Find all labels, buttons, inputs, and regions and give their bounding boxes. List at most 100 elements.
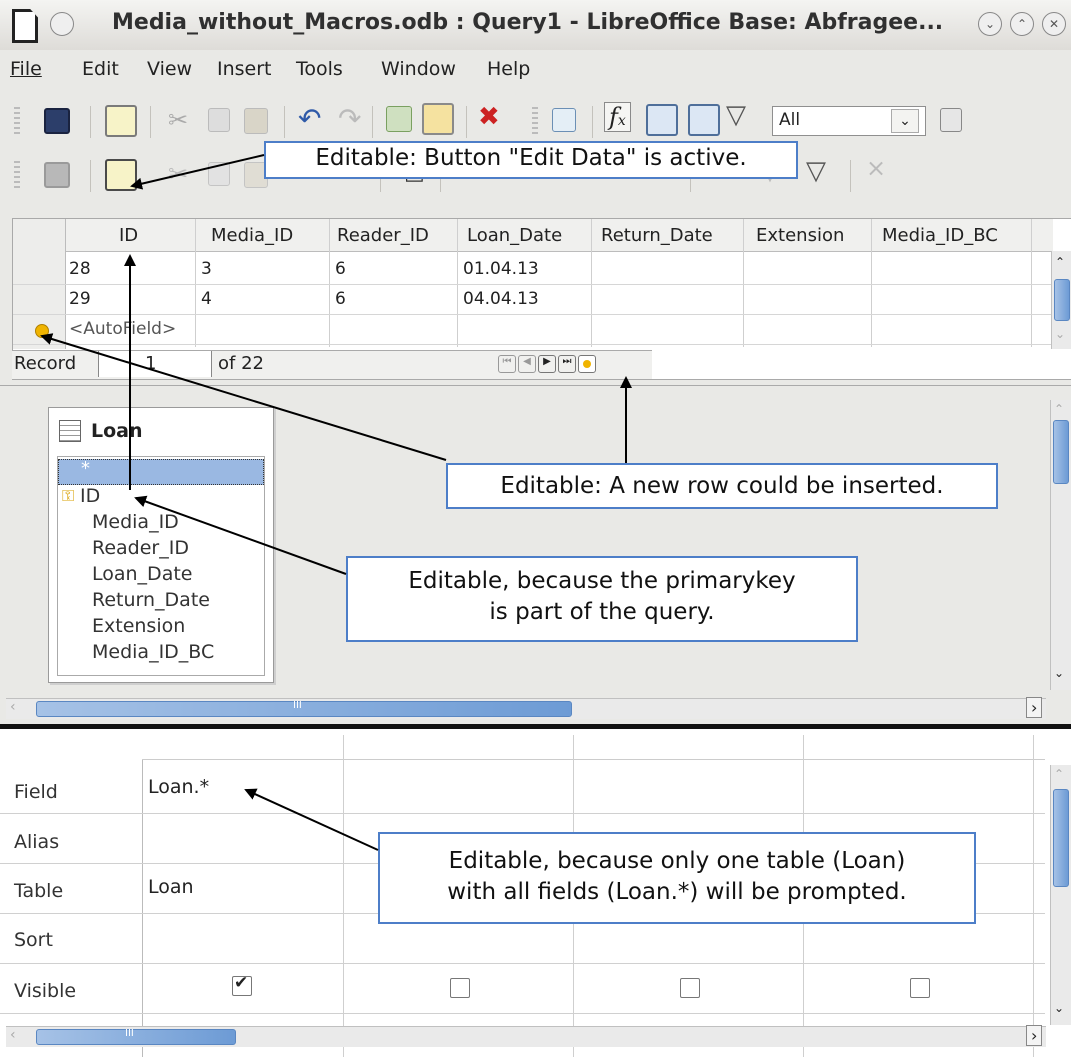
apply-filter-icon[interactable]: ▽ <box>806 156 826 186</box>
grid-vertical-scrollbar[interactable]: ⌃ ⌄ <box>1051 251 1071 349</box>
column-header-return-date[interactable]: Return_Date <box>601 225 713 246</box>
scroll-thumb[interactable]: III <box>36 1028 236 1045</box>
chevron-down-icon[interactable]: ⌄ <box>891 109 919 133</box>
field-item[interactable]: Loan_Date <box>92 563 192 585</box>
menu-edit[interactable]: Edit <box>82 58 119 80</box>
menu-file[interactable]: File <box>10 58 42 80</box>
toolbar-grip[interactable] <box>532 107 538 137</box>
maximize-button[interactable]: ⌃ <box>1010 12 1034 36</box>
paste-icon[interactable] <box>244 108 268 134</box>
toolbar-grip[interactable] <box>14 161 20 191</box>
new-record-icon[interactable] <box>578 355 596 373</box>
field-item[interactable]: Media_ID <box>92 511 179 533</box>
cut-icon[interactable]: ✂ <box>168 106 188 134</box>
table-name-icon[interactable] <box>646 104 678 136</box>
field-item[interactable]: Return_Date <box>92 589 210 611</box>
table-cell[interactable]: Loan <box>148 876 194 898</box>
cell-id[interactable]: 29 <box>69 289 91 309</box>
scroll-left-icon[interactable]: ‹ <box>10 1027 16 1043</box>
criteria-vertical-scrollbar[interactable]: ⌃ ⌄ <box>1050 765 1071 1025</box>
criteria-horizontal-scrollbar[interactable]: ‹ III › <box>6 1025 1046 1047</box>
column-header-media-id-bc[interactable]: Media_ID_BC <box>882 225 998 246</box>
limit-select[interactable]: All ⌄ <box>772 106 926 136</box>
table-row[interactable]: 29 4 6 04.04.13 <box>13 284 1053 315</box>
scroll-thumb[interactable] <box>1054 279 1070 321</box>
field-item[interactable]: Extension <box>92 615 185 637</box>
cell-reader-id[interactable]: 6 <box>335 259 346 279</box>
document-icon <box>12 9 38 43</box>
visible-checkbox[interactable] <box>680 978 700 998</box>
menu-window[interactable]: Window <box>381 58 456 80</box>
cell-reader-id[interactable]: 6 <box>335 289 346 309</box>
scroll-down-icon[interactable]: ⌄ <box>1055 327 1065 341</box>
remove-filter-icon[interactable]: ⨯ <box>866 154 886 182</box>
column-header-id[interactable]: ID <box>119 225 138 246</box>
first-record-icon[interactable]: ⏮ <box>498 355 516 373</box>
cut-icon[interactable]: ✂ <box>168 160 188 188</box>
column-header-extension[interactable]: Extension <box>756 225 844 246</box>
record-number-field[interactable]: 1 <box>98 351 212 377</box>
scroll-right-icon[interactable]: › <box>1026 697 1043 718</box>
visible-checkbox[interactable] <box>910 978 930 998</box>
visible-checkbox[interactable]: ✔ <box>232 973 252 996</box>
design-horizontal-scrollbar[interactable]: ‹ III › <box>6 697 1046 719</box>
save-icon[interactable] <box>44 108 70 134</box>
window-menu-icon[interactable] <box>50 12 74 36</box>
field-all[interactable]: * <box>58 458 264 485</box>
last-record-icon[interactable]: ⏭ <box>558 355 576 373</box>
scroll-up-icon[interactable]: ⌃ <box>1054 402 1064 416</box>
field-cell[interactable]: Loan.* <box>148 776 209 798</box>
redo-icon[interactable]: ↷ <box>338 102 361 135</box>
design-vertical-scrollbar[interactable]: ⌃ ⌄ <box>1050 400 1071 690</box>
row-divider <box>0 1013 1045 1014</box>
scroll-up-icon[interactable]: ⌃ <box>1054 767 1064 781</box>
cell-loan-date[interactable]: 01.04.13 <box>463 259 539 279</box>
design-view-icon[interactable] <box>422 103 454 135</box>
visible-checkbox[interactable] <box>450 978 470 998</box>
menu-help[interactable]: Help <box>487 58 530 80</box>
menu-insert[interactable]: Insert <box>217 58 272 80</box>
edit-mode-icon[interactable] <box>105 105 137 137</box>
cell-id[interactable]: 28 <box>69 259 91 279</box>
table-window-loan[interactable]: Loan * ⚿ ID Media_ID Reader_ID Loan_Date… <box>48 407 274 683</box>
minimize-button[interactable]: ⌄ <box>978 12 1002 36</box>
autofield-placeholder[interactable]: <AutoField> <box>69 319 176 339</box>
next-record-icon[interactable]: ▶ <box>538 355 556 373</box>
cell-media-id[interactable]: 3 <box>201 259 212 279</box>
functions-icon[interactable]: fx <box>604 102 631 132</box>
scroll-thumb[interactable] <box>1053 789 1069 887</box>
copy-icon[interactable] <box>208 162 230 186</box>
previous-record-icon[interactable]: ◀ <box>518 355 536 373</box>
menu-view[interactable]: View <box>147 58 192 80</box>
table-row[interactable]: 28 3 6 01.04.13 <box>13 254 1053 285</box>
cell-media-id[interactable]: 4 <box>201 289 212 309</box>
field-item[interactable]: Media_ID_BC <box>92 641 214 663</box>
column-header-loan-date[interactable]: Loan_Date <box>467 225 562 246</box>
scroll-left-icon[interactable]: ‹ <box>10 699 16 715</box>
scroll-right-icon[interactable]: › <box>1026 1025 1043 1046</box>
column-header-reader-id[interactable]: Reader_ID <box>337 225 429 246</box>
cell-loan-date[interactable]: 04.04.13 <box>463 289 539 309</box>
scroll-down-icon[interactable]: ⌄ <box>1054 1001 1064 1015</box>
distinct-values-icon[interactable]: ▽ <box>726 100 746 130</box>
alias-icon[interactable] <box>688 104 720 136</box>
column-header-media-id[interactable]: Media_ID <box>211 225 293 246</box>
new-record-row[interactable]: <AutoField> <box>13 314 1053 345</box>
field-item[interactable]: ID <box>80 485 100 507</box>
scroll-up-icon[interactable]: ⌃ <box>1055 255 1065 269</box>
add-table-icon[interactable] <box>552 108 576 132</box>
menu-tools[interactable]: Tools <box>296 58 343 80</box>
query-properties-icon[interactable] <box>940 108 962 132</box>
edit-data-icon[interactable] <box>105 159 137 191</box>
clear-query-icon[interactable]: ✖ <box>478 102 500 132</box>
scroll-thumb[interactable]: III <box>36 700 572 717</box>
run-query-icon[interactable] <box>386 106 412 132</box>
close-button[interactable]: ✕ <box>1042 12 1066 36</box>
save-record-icon[interactable] <box>44 162 70 188</box>
field-item[interactable]: Reader_ID <box>92 537 189 559</box>
undo-icon[interactable]: ↶ <box>298 102 321 135</box>
toolbar-grip[interactable] <box>14 107 20 137</box>
scroll-thumb[interactable] <box>1053 420 1069 484</box>
copy-icon[interactable] <box>208 108 230 132</box>
scroll-down-icon[interactable]: ⌄ <box>1054 666 1064 680</box>
